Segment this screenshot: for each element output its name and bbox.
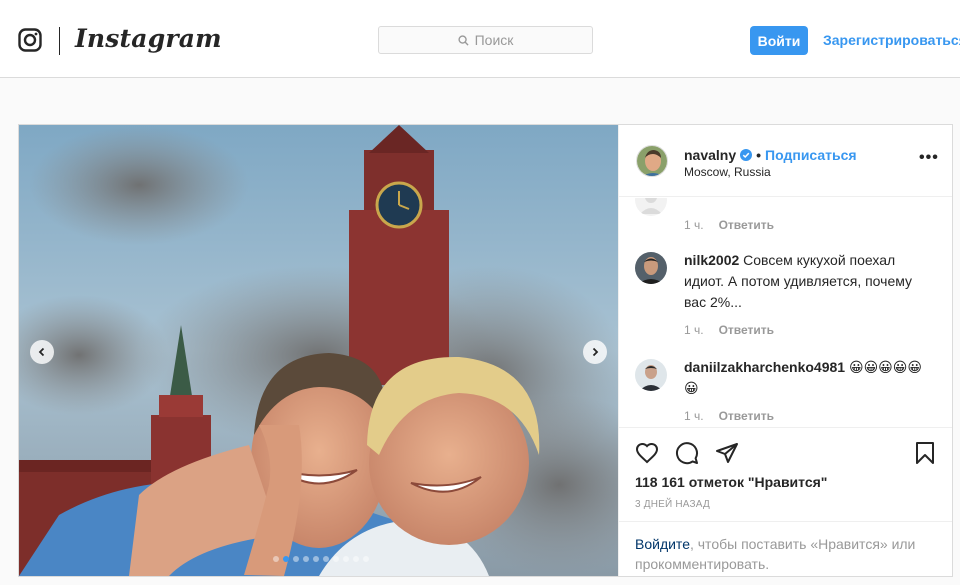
- carousel-dot: [303, 556, 309, 562]
- carousel-dot: [313, 556, 319, 562]
- carousel-dot: [323, 556, 329, 562]
- avatar[interactable]: [636, 145, 668, 177]
- post-location[interactable]: Moscow, Russia: [684, 165, 771, 179]
- chevron-right-icon: [592, 347, 599, 357]
- post-sidebar: navalny • Подписаться Moscow, Russia •••: [618, 125, 952, 576]
- post-author: navalny • Подписаться: [684, 147, 857, 163]
- post-photo: [19, 125, 618, 576]
- comment-username[interactable]: nilk2002: [684, 252, 739, 268]
- carousel-indicator: [273, 556, 369, 562]
- top-navigation-bar: Instagram Поиск Войти Зарегистрироваться: [0, 0, 960, 78]
- reply-button[interactable]: Ответить: [719, 320, 774, 341]
- instagram-camera-icon[interactable]: [18, 28, 42, 52]
- carousel-dot: [333, 556, 339, 562]
- post-card: navalny • Подписаться Moscow, Russia •••: [18, 124, 953, 577]
- login-link[interactable]: Войдите: [635, 536, 690, 552]
- search-input[interactable]: Поиск: [378, 26, 593, 54]
- reply-button[interactable]: Ответить: [719, 406, 774, 427]
- post-header: navalny • Подписаться Moscow, Russia •••: [619, 125, 952, 197]
- verified-badge-icon: [740, 149, 753, 161]
- follow-button[interactable]: Подписаться: [765, 147, 857, 163]
- heart-icon[interactable]: [635, 441, 659, 465]
- avatar[interactable]: [635, 198, 667, 216]
- user-avatar-image: [635, 252, 667, 284]
- comment-time[interactable]: 1 ч.: [684, 320, 704, 341]
- search-icon: [458, 34, 469, 46]
- carousel-dot: [283, 556, 289, 562]
- chevron-left-icon: [38, 347, 45, 357]
- avatar-image: [637, 146, 667, 176]
- instagram-wordmark-logo[interactable]: Instagram: [75, 24, 222, 53]
- comment-time[interactable]: 1 ч.: [684, 406, 704, 427]
- bookmark-icon[interactable]: [913, 441, 937, 465]
- avatar[interactable]: [635, 359, 667, 391]
- comment-meta: 1 ч. Ответить: [684, 406, 774, 427]
- comment-meta: 1 ч. Ответить: [684, 320, 774, 341]
- author-username[interactable]: navalny: [684, 147, 736, 163]
- post-timestamp[interactable]: 3 дней назад: [635, 499, 710, 510]
- carousel-next-button[interactable]: [583, 340, 607, 364]
- more-options-button[interactable]: •••: [919, 149, 939, 167]
- login-button[interactable]: Войти: [750, 26, 808, 55]
- logo-divider: [59, 27, 60, 55]
- carousel-dot: [363, 556, 369, 562]
- comment-text: nilk2002 Совсем кукухой поехал идиот. А …: [684, 250, 929, 313]
- signup-link[interactable]: Зарегистрироваться: [823, 32, 960, 48]
- likes-count[interactable]: 118 161 отметок "Нравится": [635, 474, 827, 490]
- login-to-interact-prompt: Войдите, чтобы поставить «Нравится» или …: [619, 521, 952, 576]
- comment-icon[interactable]: [675, 441, 699, 465]
- carousel-prev-button[interactable]: [30, 340, 54, 364]
- search-placeholder: Поиск: [474, 32, 514, 48]
- carousel-dot: [293, 556, 299, 562]
- comment-text: daniilzakharchenko4981 😀😀😀😀😀😀: [684, 357, 929, 399]
- separator-dot: •: [756, 147, 762, 163]
- share-icon[interactable]: [715, 441, 739, 465]
- carousel-dot: [353, 556, 359, 562]
- default-avatar-icon: [635, 198, 667, 216]
- carousel-dot: [273, 556, 279, 562]
- post-image[interactable]: [19, 125, 618, 576]
- comment-meta: 1 ч. Ответить: [684, 215, 774, 236]
- carousel-dot: [343, 556, 349, 562]
- avatar[interactable]: [635, 252, 667, 284]
- comments-list[interactable]: 1 ч. Ответить nilk2002 Совсем кукухой по…: [619, 198, 952, 428]
- comment-time[interactable]: 1 ч.: [684, 215, 704, 236]
- reply-button[interactable]: Ответить: [719, 215, 774, 236]
- user-avatar-image: [635, 359, 667, 391]
- post-actions: [619, 429, 952, 479]
- comment-username[interactable]: daniilzakharchenko4981: [684, 359, 845, 375]
